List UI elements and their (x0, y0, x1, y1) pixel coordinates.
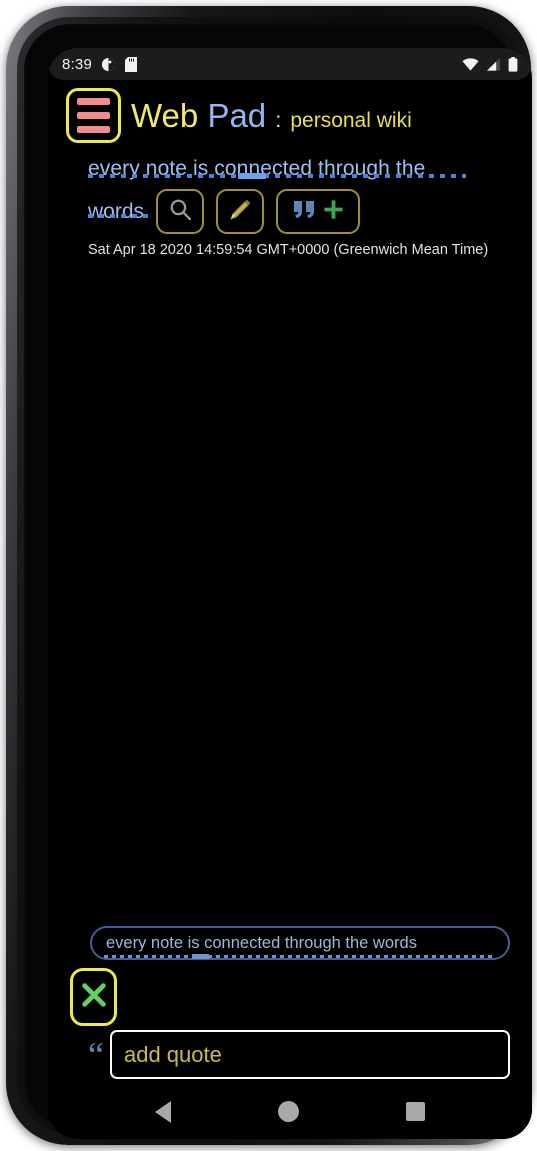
brightness-contrast-icon (101, 57, 116, 72)
app-title-pad: Pad (207, 97, 267, 134)
close-button-row (48, 960, 532, 1026)
app-content: Web Pad : personal wiki every note is co… (48, 80, 532, 1139)
hamburger-menu-icon (77, 98, 110, 105)
app-subtitle: personal wiki (290, 109, 412, 132)
green-x-close-icon (78, 979, 110, 1016)
phone-screen: 8:39 Web Pad: personal wiki every note … (48, 48, 532, 1139)
note-timestamp: Sat Apr 18 2020 14:59:54 GMT+0000 (Green… (88, 242, 489, 258)
search-icon (168, 197, 193, 227)
phone-bezel: 8:39 Web Pad: personal wiki every note … (24, 24, 532, 1139)
note-heading-line2[interactable]: words (88, 200, 144, 224)
recents-square-icon[interactable] (405, 1102, 425, 1121)
app-title-web: Web (131, 97, 199, 134)
battery-icon (508, 56, 518, 72)
status-bar: 8:39 (48, 48, 532, 80)
status-bar-right (462, 56, 518, 72)
plus-icon (322, 198, 345, 226)
add-quote-input[interactable] (109, 1030, 510, 1079)
note-title-pill-underline (104, 954, 496, 959)
hamburger-menu-icon (77, 112, 110, 119)
status-bar-clock: 8:39 (62, 55, 92, 73)
pencil-edit-icon (228, 197, 253, 227)
screenshot-root: 8:39 Web Pad: personal wiki every note … (0, 0, 537, 1151)
app-title-separator: : (275, 109, 282, 132)
quote-mark-icon: “ (88, 1034, 104, 1075)
note-editor-zone: every note is connected through the word… (48, 926, 532, 1079)
hamburger-menu-icon (77, 126, 110, 133)
close-button[interactable] (70, 968, 117, 1026)
add-quote-row: “ (48, 1026, 532, 1079)
wifi-icon (462, 57, 479, 71)
search-button[interactable] (156, 189, 205, 234)
heading-underline-dots-line1 (88, 173, 466, 179)
quote-mark-icon (292, 198, 318, 225)
sd-card-icon (125, 56, 137, 72)
heading-underline-dots-line2 (88, 214, 150, 219)
status-bar-left: 8:39 (62, 56, 137, 73)
note-heading-block: every note is connected through the word… (48, 143, 532, 234)
note-action-row: words (88, 189, 510, 234)
note-title-pill[interactable]: every note is connected through the word… (90, 926, 510, 960)
phone-mid-frame: 8:39 Web Pad: personal wiki every note … (17, 17, 532, 1139)
edit-button[interactable] (216, 189, 265, 234)
home-circle-icon[interactable] (277, 1101, 299, 1122)
note-title-pill-label: every note is connected through the word… (106, 933, 417, 952)
android-navigation-bar (48, 1084, 532, 1139)
hamburger-menu-button[interactable] (66, 88, 121, 143)
add-quote-button[interactable] (276, 189, 361, 234)
cellular-signal-icon (486, 57, 501, 71)
page-title: Web Pad : personal wiki (131, 99, 412, 132)
back-triangle-icon[interactable] (155, 1100, 172, 1123)
phone-chassis: 8:39 Web Pad: personal wiki every note … (6, 6, 532, 1145)
app-header: Web Pad : personal wiki (48, 80, 532, 143)
